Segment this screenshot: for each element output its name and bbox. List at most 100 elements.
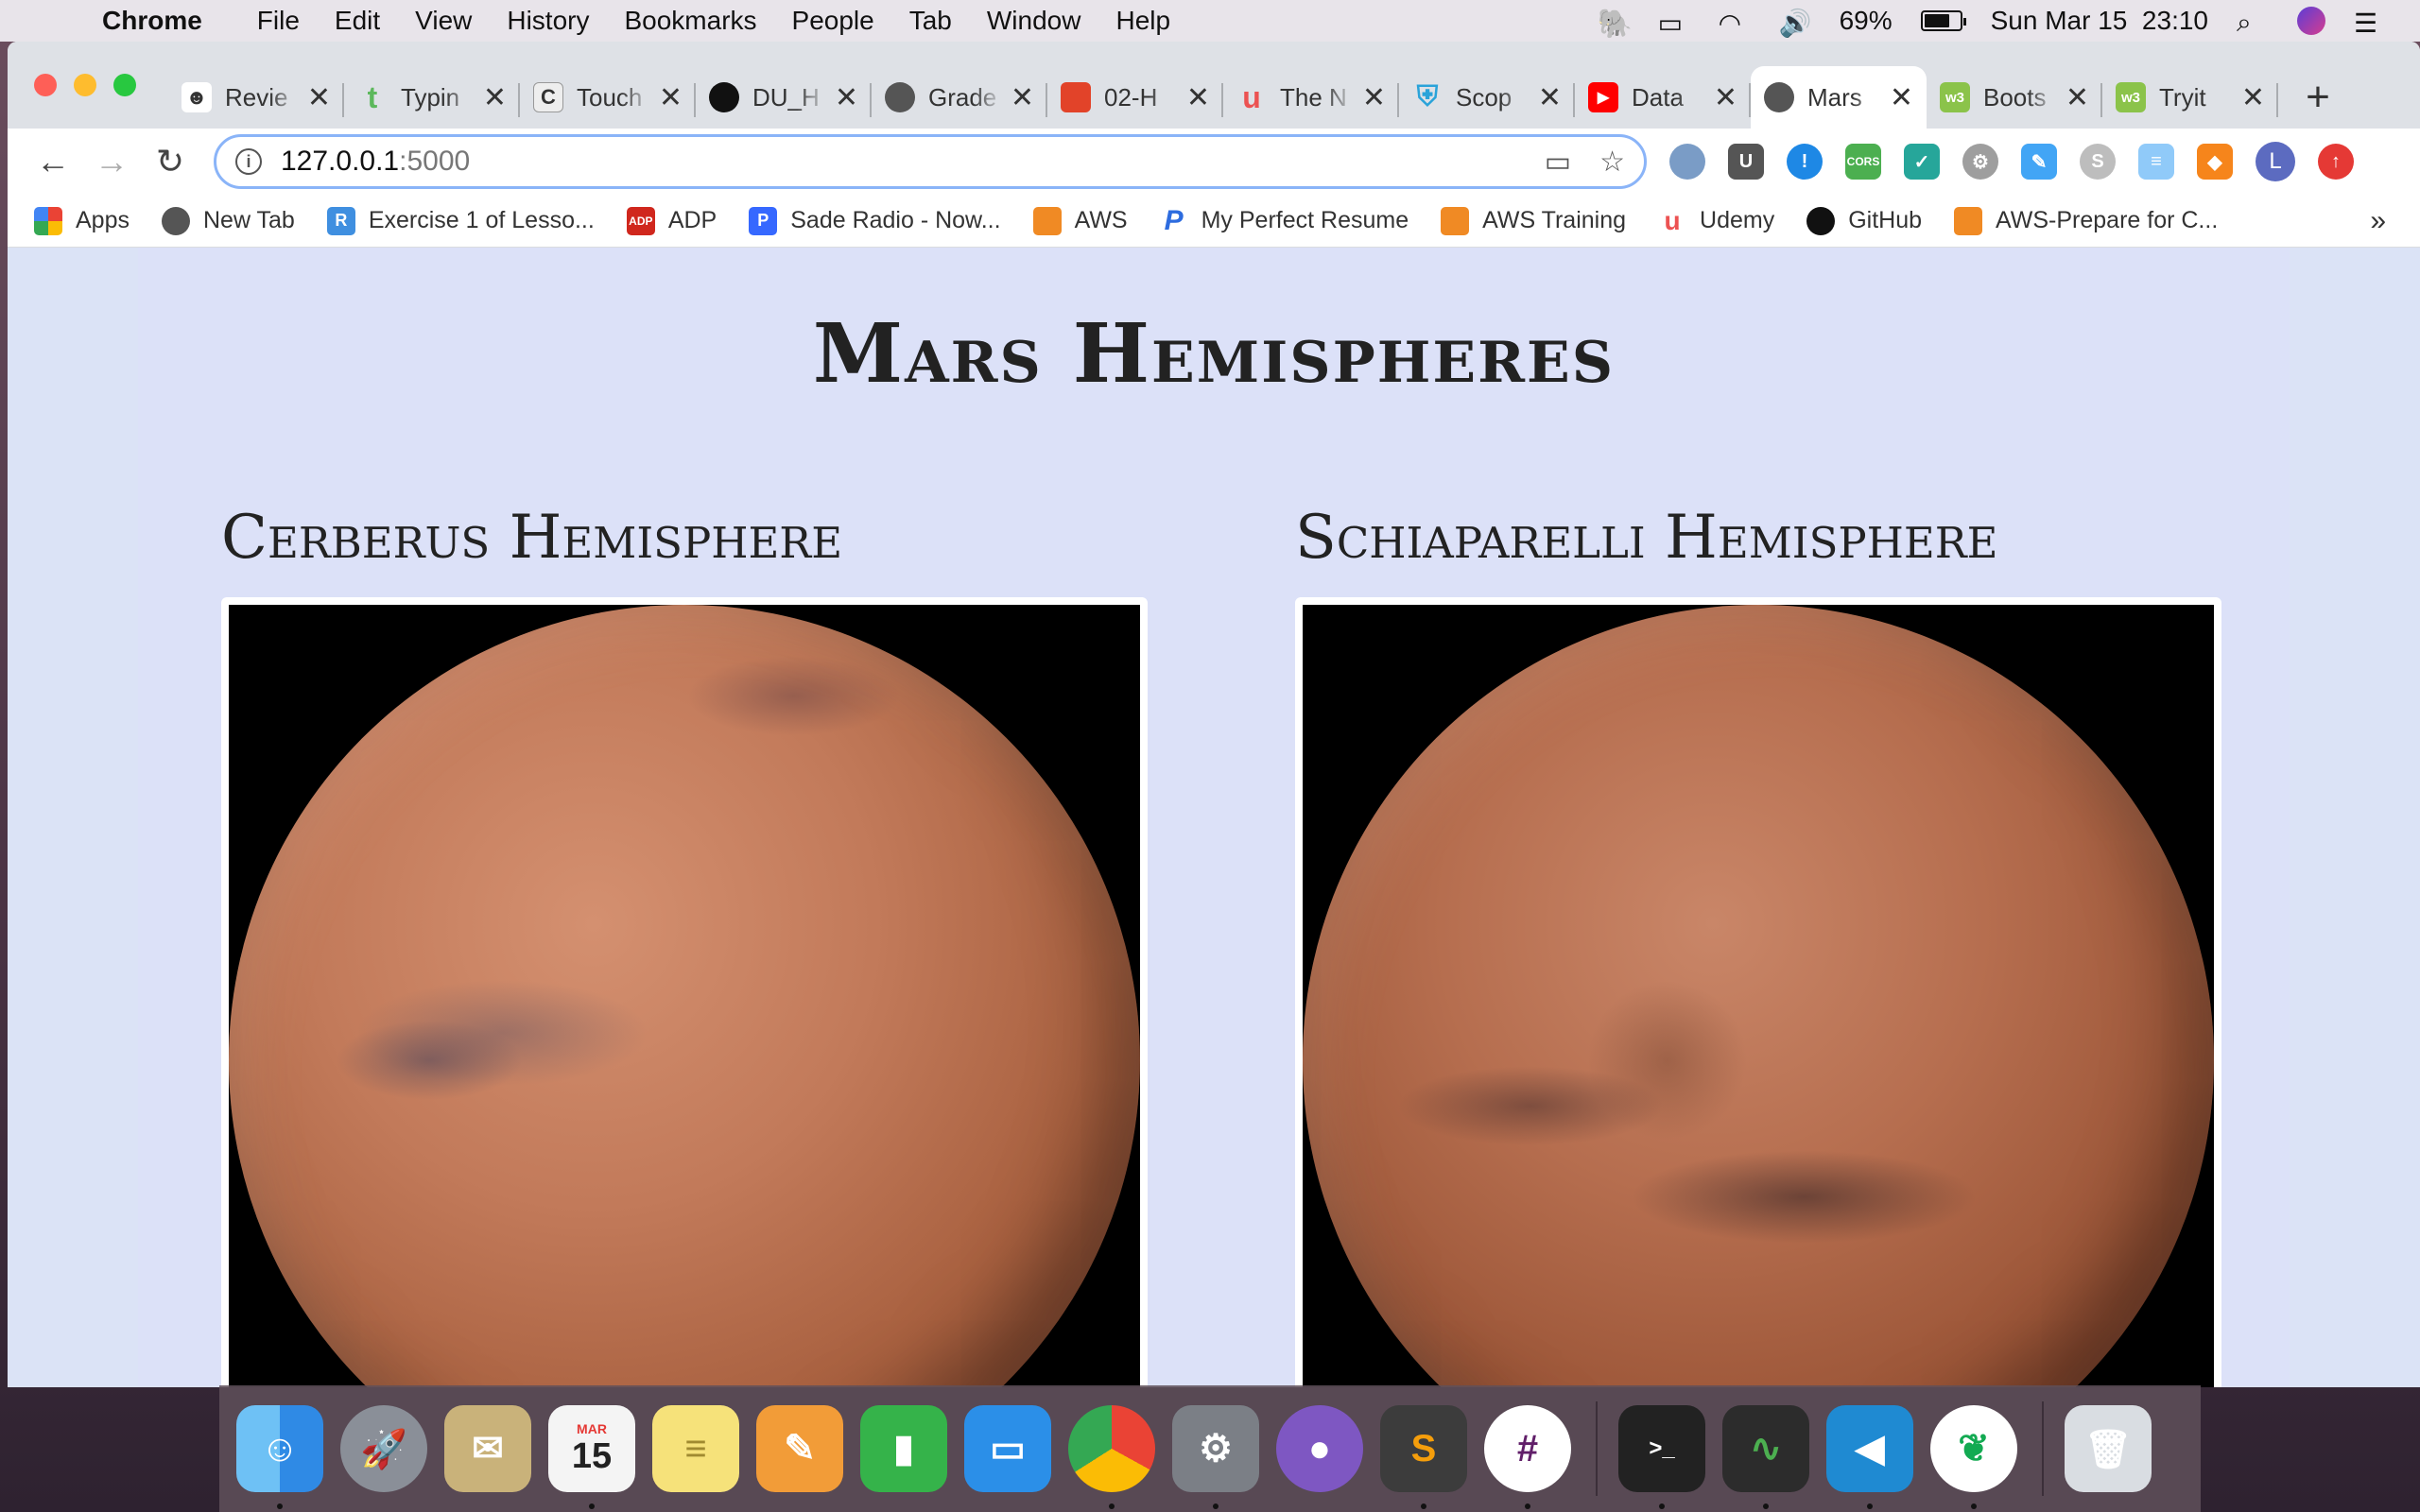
tab-close-icon[interactable]: ✕ [1186,81,1210,114]
minimize-window-button[interactable] [74,74,96,96]
menu-history[interactable]: History [507,6,589,36]
tab-close-icon[interactable]: ✕ [2066,81,2089,114]
calendar-icon[interactable]: MAR 15 [548,1405,635,1509]
bookmark-exercise[interactable]: R Exercise 1 of Lesso... [326,206,595,235]
notes-icon[interactable]: ≡ [652,1405,739,1492]
bookmark-aws-prepare[interactable]: AWS-Prepare for C... [1954,206,2218,235]
notification-center-icon[interactable]: ☰ [2354,8,2386,38]
tab-close-icon[interactable]: ✕ [1011,81,1034,114]
tab-02-h[interactable]: 02-H ✕ [1047,66,1223,129]
back-arrow-icon[interactable]: ← [26,135,79,188]
tab-typing[interactable]: t Typin ✕ [344,66,520,129]
system-preferences-icon[interactable]: ⚙ [1172,1405,1259,1509]
new-tab-plus-icon[interactable]: + [2290,66,2346,129]
extension-gear-icon[interactable]: ⚙ [1962,144,1998,180]
cors-extension-icon[interactable]: CORS [1845,144,1881,180]
bookmark-aws-training[interactable]: AWS Training [1441,206,1626,235]
tab-data[interactable]: ▶ Data ✕ [1575,66,1751,129]
clock[interactable]: Sun Mar 15 23:10 [1991,6,2208,36]
tab-touch[interactable]: C Touch ✕ [520,66,696,129]
slack-icon[interactable]: # [1484,1405,1571,1509]
skype-icon[interactable]: S [2080,144,2116,180]
pages-icon[interactable]: ✎ [756,1405,843,1492]
tab-review[interactable]: ☻ Revie ✕ [168,66,344,129]
tab-the-n[interactable]: u The N ✕ [1223,66,1399,129]
bookmark-github[interactable]: GitHub [1806,206,1922,235]
bookmark-star-icon[interactable]: ☆ [1599,146,1625,179]
tab-close-icon[interactable]: ✕ [307,81,331,114]
spotlight-search-icon[interactable]: ⌕ [2237,8,2269,37]
bookmark-my-perfect-resume[interactable]: P My Perfect Resume [1160,205,1409,236]
extension-u-icon[interactable]: U [1728,144,1764,180]
terminal-icon[interactable]: >_ [1618,1405,1705,1509]
update-icon[interactable]: ↑ [2318,144,2354,180]
siri-icon[interactable] [2297,7,2325,35]
activity-monitor-icon[interactable]: ∿ [1722,1405,1809,1509]
menu-app-name[interactable]: Chrome [102,6,202,36]
metamask-fox-icon[interactable]: ◆ [2197,144,2233,180]
bookmarks-overflow-chevron-icon[interactable]: » [2370,205,2386,237]
finder-icon[interactable]: ☺ [236,1405,323,1509]
menu-edit[interactable]: Edit [335,6,380,36]
keynote-icon[interactable]: ▭ [964,1405,1051,1492]
tab-du-h[interactable]: DU_H ✕ [696,66,872,129]
tab-close-icon[interactable]: ✕ [1714,81,1737,114]
menu-help[interactable]: Help [1115,6,1170,36]
bookmark-sade-radio[interactable]: P Sade Radio - Now... [749,206,1001,235]
bookmark-aws[interactable]: AWS [1032,206,1128,235]
elephant-icon[interactable]: 🐘 [1598,8,1633,40]
numbers-icon[interactable]: ▮ [860,1405,947,1492]
battery-icon[interactable] [1920,10,1966,31]
tab-close-icon[interactable]: ✕ [2241,81,2265,114]
close-window-button[interactable] [34,74,57,96]
bookmark-new-tab[interactable]: New Tab [161,206,295,235]
mongodb-compass-icon[interactable]: ❦ [1930,1405,2017,1509]
tab-tryit[interactable]: w3 Tryit ✕ [2102,66,2278,129]
mail-stamp-icon[interactable]: ✉ [444,1405,531,1492]
cast-device-icon[interactable]: ▭ [1545,146,1571,179]
fullscreen-window-button[interactable] [113,74,136,96]
extension-1-icon[interactable] [1669,144,1705,180]
menu-people[interactable]: People [792,6,874,36]
menu-view[interactable]: View [415,6,472,36]
tab-close-icon[interactable]: ✕ [1890,81,1913,114]
menu-tab[interactable]: Tab [909,6,952,36]
volume-icon[interactable]: 🔊 [1779,8,1812,38]
menu-bookmarks[interactable]: Bookmarks [624,6,756,36]
extension-doc-icon[interactable]: ≡ [2138,144,2174,180]
address-bar[interactable]: i 127.0.0.1 :5000 ▭ ☆ [214,134,1647,189]
extension-check-icon[interactable]: ✓ [1904,144,1940,180]
tab-mars[interactable]: Mars ✕ [1751,66,1927,129]
tab-close-icon[interactable]: ✕ [483,81,507,114]
sublime-text-icon[interactable]: S [1380,1405,1467,1509]
github-desktop-icon[interactable]: ● [1276,1405,1363,1492]
reload-icon[interactable]: ↻ [144,135,197,188]
tab-boots[interactable]: w3 Boots ✕ [1927,66,2102,129]
tab-close-icon[interactable]: ✕ [835,81,858,114]
menu-window[interactable]: Window [987,6,1081,36]
tab-scop[interactable]: ⛨ Scop ✕ [1399,66,1575,129]
tab-close-icon[interactable]: ✕ [659,81,683,114]
menu-file[interactable]: File [257,6,300,36]
tab-close-icon[interactable]: ✕ [1538,81,1562,114]
bookmark-apps[interactable]: Apps [34,206,130,235]
tab-grade[interactable]: Grade ✕ [872,66,1047,129]
launchpad-icon[interactable]: 🚀 [340,1405,427,1492]
wifi-icon[interactable]: ◠ [1719,8,1751,38]
eyedropper-icon[interactable]: ✎ [2021,144,2057,180]
hemisphere-thumbnail[interactable] [221,597,1148,1387]
page-viewport[interactable]: Mars Hemispheres Cerberus Hemisphere Sch… [8,248,2420,1387]
extension-info-icon[interactable]: ! [1787,144,1823,180]
vscode-icon[interactable]: ◀ [1826,1405,1913,1509]
mars-schiaparelli-globe [1303,605,2214,1387]
airplay-icon[interactable]: ▭ [1658,8,1690,38]
hemisphere-thumbnail[interactable] [1295,597,2221,1387]
profile-avatar[interactable]: L [2256,142,2295,181]
bookmark-udemy[interactable]: u Udemy [1658,206,1774,235]
tab-close-icon[interactable]: ✕ [1362,81,1386,114]
forward-arrow-icon[interactable]: → [85,135,138,188]
trash-icon[interactable]: 🗑 [2065,1405,2152,1492]
chrome-icon[interactable] [1068,1405,1155,1509]
site-info-icon[interactable]: i [235,148,262,175]
bookmark-adp[interactable]: ADP ADP [626,206,717,235]
